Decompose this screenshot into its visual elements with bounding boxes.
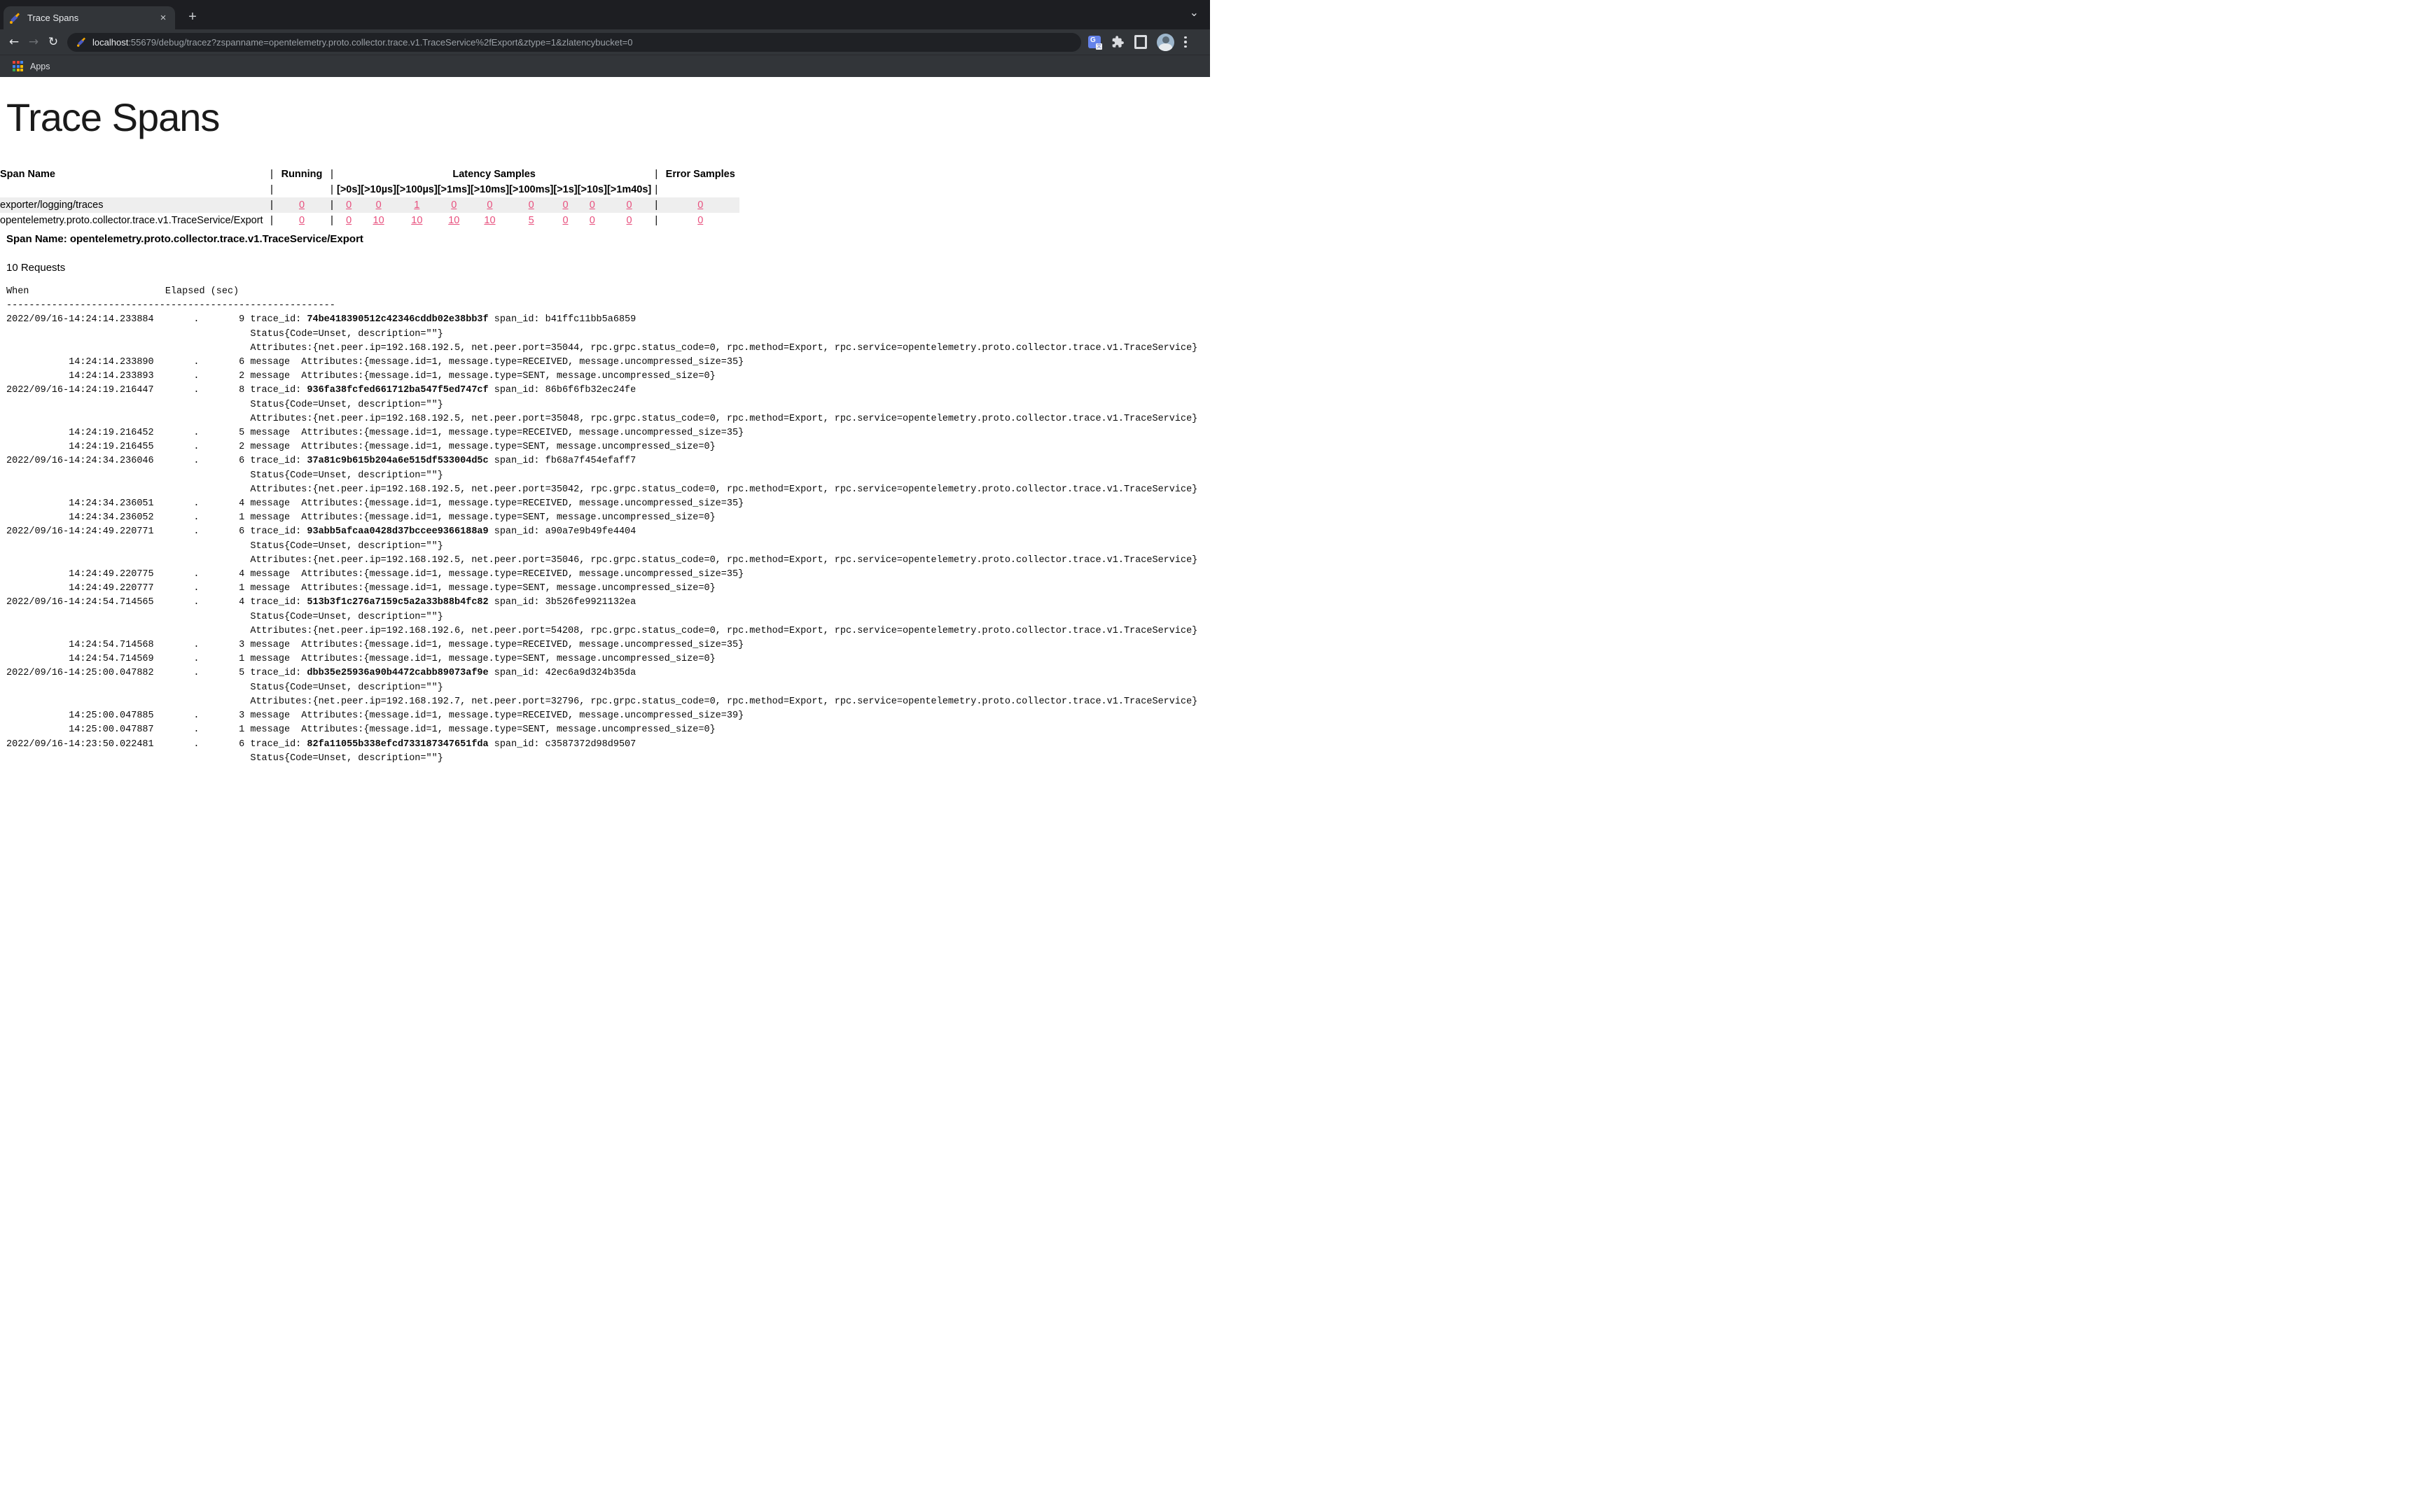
divider: | — [327, 167, 337, 182]
span-name-cell: exporter/logging/traces — [0, 197, 267, 213]
latency-count-link[interactable]: 0 — [590, 215, 595, 226]
bucket-header-row: | | [>0s] [>10µs] [>100µs] [>1ms] [>10ms… — [0, 182, 739, 197]
latency-count-link[interactable]: 0 — [627, 215, 632, 226]
opentelemetry-favicon — [76, 37, 86, 47]
tab-close-icon[interactable]: × — [157, 12, 169, 24]
request-count: 10 Requests — [6, 262, 1210, 274]
latency-count-link[interactable]: 0 — [376, 200, 382, 211]
tab-title: Trace Spans — [27, 13, 157, 23]
latency-count-link[interactable]: 0 — [346, 200, 352, 211]
url-bar[interactable]: localhost:55679/debug/tracez?zspanname=o… — [67, 33, 1081, 52]
bucket-label: [>100µs] — [396, 182, 438, 197]
divider: | — [651, 167, 661, 182]
toolbar-icons: G文 — [1088, 34, 1190, 51]
latency-count-link[interactable]: 0 — [562, 215, 568, 226]
latency-count-link[interactable]: 0 — [562, 200, 568, 211]
divider: | — [651, 213, 661, 228]
col-span-name: Span Name — [0, 167, 267, 182]
tab-strip: Trace Spans × + ⌄ — [0, 0, 1210, 29]
back-button[interactable]: ← — [4, 35, 24, 49]
url-path: :55679/debug/tracez?zspanname=openteleme… — [128, 37, 632, 48]
forward-button[interactable]: → — [24, 35, 43, 49]
page-content: Trace Spans Span Name | Running | Latenc… — [0, 95, 1210, 766]
summary-header-row: Span Name | Running | Latency Samples | … — [0, 167, 739, 182]
latency-count-link[interactable]: 0 — [590, 200, 595, 211]
reload-button[interactable]: ↻ — [43, 35, 63, 49]
page-title: Trace Spans — [6, 95, 1210, 140]
bucket-label: [>10s] — [578, 182, 607, 197]
latency-count-link[interactable]: 5 — [529, 215, 534, 226]
summary-table: Span Name | Running | Latency Samples | … — [0, 167, 739, 228]
bucket-label: [>10ms] — [471, 182, 509, 197]
bucket-label: [>100ms] — [509, 182, 553, 197]
divider: | — [327, 213, 337, 228]
selected-span-name: Span Name: opentelemetry.proto.collector… — [6, 233, 1210, 245]
translate-icon[interactable]: G文 — [1088, 36, 1101, 48]
browser-tab[interactable]: Trace Spans × — [4, 6, 175, 29]
side-panel-icon[interactable] — [1134, 35, 1147, 49]
latency-count-link[interactable]: 10 — [448, 215, 459, 226]
opentelemetry-favicon — [9, 13, 20, 24]
bucket-label: [>1ms] — [438, 182, 471, 197]
chevron-down-icon[interactable]: ⌄ — [1190, 6, 1199, 19]
latency-count-link[interactable]: 0 — [346, 215, 352, 226]
latency-count-link[interactable]: 0 — [487, 200, 492, 211]
browser-toolbar: ← → ↻ localhost:55679/debug/tracez?zspan… — [0, 29, 1210, 55]
apps-grid-icon[interactable] — [13, 61, 23, 71]
span-log: When Elapsed (sec) ---------------------… — [6, 285, 1210, 766]
bucket-label: [>0s] — [337, 182, 361, 197]
error-count-link[interactable]: 0 — [697, 200, 703, 211]
divider: | — [267, 167, 277, 182]
divider: | — [267, 213, 277, 228]
divider: | — [267, 197, 277, 213]
url-text: localhost:55679/debug/tracez?zspanname=o… — [92, 37, 632, 48]
col-error-samples: Error Samples — [661, 167, 739, 182]
error-count-link[interactable]: 0 — [697, 215, 703, 226]
latency-count-link[interactable]: 1 — [414, 200, 419, 211]
latency-count-link[interactable]: 10 — [373, 215, 384, 226]
table-row: exporter/logging/traces | 0 | 0 0 1 0 0 … — [0, 197, 739, 213]
span-name-cell: opentelemetry.proto.collector.trace.v1.T… — [0, 213, 267, 228]
running-count-link[interactable]: 0 — [299, 215, 305, 226]
divider: | — [267, 182, 277, 197]
bucket-label: [>10µs] — [361, 182, 396, 197]
latency-count-link[interactable]: 0 — [529, 200, 534, 211]
bucket-label: [>1s] — [553, 182, 577, 197]
latency-count-link[interactable]: 0 — [451, 200, 457, 211]
col-running: Running — [277, 167, 327, 182]
latency-count-link[interactable]: 0 — [627, 200, 632, 211]
new-tab-button[interactable]: + — [183, 8, 202, 27]
col-latency-samples: Latency Samples — [337, 167, 651, 182]
divider: | — [327, 182, 337, 197]
latency-count-link[interactable]: 10 — [411, 215, 422, 226]
menu-kebab-icon[interactable] — [1184, 36, 1187, 48]
running-count-link[interactable]: 0 — [299, 200, 305, 211]
extensions-puzzle-icon[interactable] — [1111, 35, 1125, 49]
profile-avatar[interactable] — [1157, 34, 1174, 51]
apps-label[interactable]: Apps — [30, 62, 50, 71]
url-host: localhost — [92, 37, 128, 48]
divider: | — [327, 197, 337, 213]
bookmarks-bar: Apps — [0, 55, 1210, 77]
table-row: opentelemetry.proto.collector.trace.v1.T… — [0, 213, 739, 228]
divider: | — [651, 182, 661, 197]
latency-count-link[interactable]: 10 — [484, 215, 495, 226]
divider: | — [651, 197, 661, 213]
bucket-label: [>1m40s] — [607, 182, 651, 197]
browser-chrome: Trace Spans × + ⌄ ← → ↻ localhost:55679/… — [0, 0, 1210, 77]
